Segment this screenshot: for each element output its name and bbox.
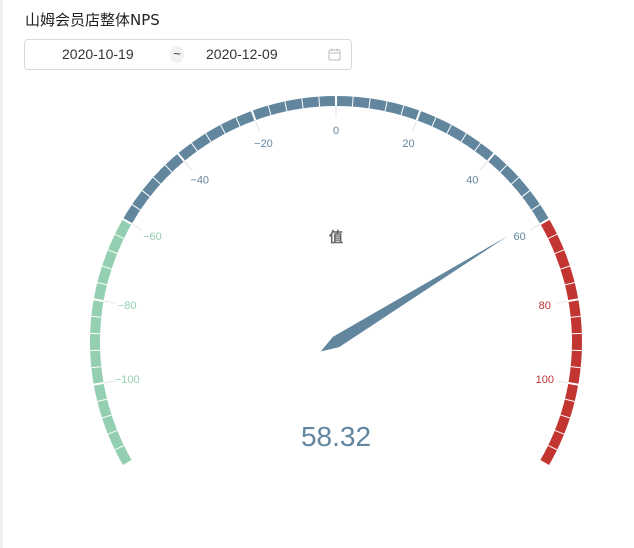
gauge-value: 58.32 xyxy=(301,421,371,452)
gauge-tick-label: −80 xyxy=(118,300,137,312)
gauge-major-tick-inner xyxy=(479,160,489,171)
gauge-tick-label: 60 xyxy=(513,231,525,243)
nps-gauge: −100 −80 −60 −40 −20 0 20 40 60 80 100 值 58.32 xyxy=(90,95,582,465)
gauge-title: 值 xyxy=(329,229,343,246)
gauge-tick-label: −40 xyxy=(190,175,209,187)
gauge-tick-label: 20 xyxy=(402,138,414,150)
gauge-tick-label: −100 xyxy=(115,374,140,386)
gauge-tick-label: 100 xyxy=(536,374,554,386)
gauge-tick-label: 80 xyxy=(539,300,551,312)
gauge-tick-label: 0 xyxy=(333,125,339,137)
gauge-band-2 xyxy=(540,219,582,465)
gauge-major-tick-inner xyxy=(254,120,260,132)
gauge-minor-tick xyxy=(318,96,321,107)
gauge-major-tick-inner xyxy=(529,223,541,231)
gauge-minor-tick xyxy=(351,96,354,107)
gauge-tick-label: 40 xyxy=(466,175,478,187)
gauge-tick-label: −20 xyxy=(254,138,273,150)
gauge-tick-label: −60 xyxy=(143,231,162,243)
gauge-pointer xyxy=(320,235,508,352)
gauge-band-0 xyxy=(90,219,132,465)
gauge-major-tick-inner xyxy=(412,120,418,132)
gauge-band-1 xyxy=(122,96,550,225)
gauge-major-tick-inner xyxy=(183,160,193,171)
gauge-major-tick-inner xyxy=(131,223,143,231)
